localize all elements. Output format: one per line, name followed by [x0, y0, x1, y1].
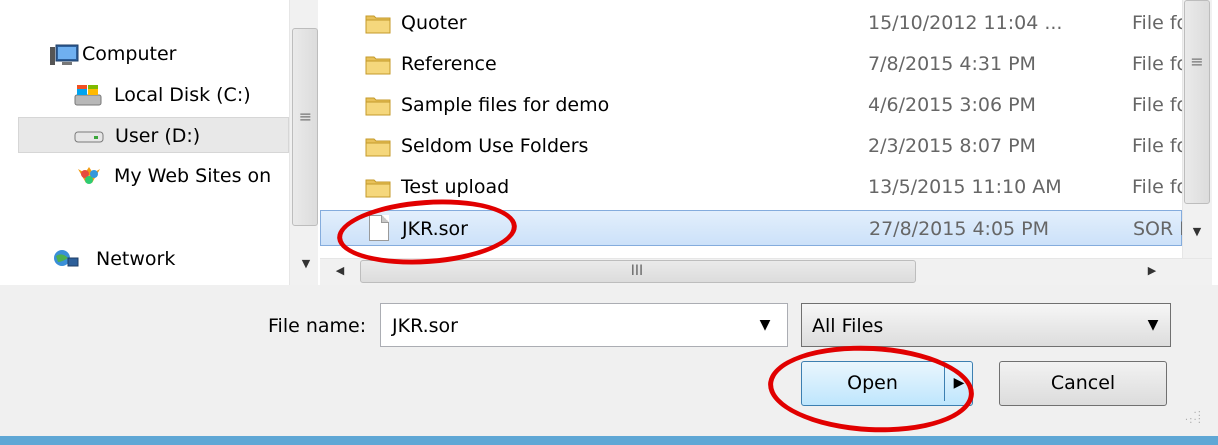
file-date: 7/8/2015 4:31 PM — [868, 53, 1036, 75]
scroll-grip-icon: III — [630, 263, 644, 279]
chevron-down-icon[interactable]: ▼ — [1142, 310, 1164, 340]
scroll-grip-icon: ≡ — [1190, 52, 1204, 71]
file-name: Reference — [401, 53, 497, 75]
file-date: 2/3/2015 8:07 PM — [868, 135, 1036, 157]
scroll-grip-icon: ≡ — [298, 107, 312, 126]
folder-icon — [365, 56, 391, 75]
file-name: Seldom Use Folders — [401, 135, 589, 157]
nav-item-label: Network — [96, 248, 176, 270]
file-row-reference[interactable]: Reference 7/8/2015 4:31 PM File fol — [320, 46, 1182, 82]
file-row-quoter[interactable]: Quoter 15/10/2012 11:04 ... File fol — [320, 5, 1182, 41]
file-row-sample-files[interactable]: Sample files for demo 4/6/2015 3:06 PM F… — [320, 87, 1182, 123]
document-icon — [369, 215, 389, 241]
nav-item-label: User (D:) — [115, 125, 201, 147]
file-name: Test upload — [401, 176, 510, 198]
file-type-filter-value: All Files — [812, 315, 884, 337]
folder-icon — [365, 138, 391, 157]
nav-item-label: Computer — [82, 43, 177, 65]
file-name-value[interactable]: JKR.sor — [392, 312, 458, 340]
file-list-vertical-thumb[interactable] — [1184, 0, 1210, 204]
file-name: Sample files for demo — [401, 94, 610, 116]
file-row-jkr-sor[interactable]: JKR.sor 27/8/2015 4:05 PM SOR Fi — [320, 210, 1183, 246]
open-button-divider — [944, 366, 945, 401]
file-name: JKR.sor — [402, 218, 468, 240]
file-row-seldom-use[interactable]: Seldom Use Folders 2/3/2015 8:07 PM File… — [320, 128, 1182, 164]
folder-icon — [365, 179, 391, 198]
file-date: 13/5/2015 11:10 AM — [868, 176, 1062, 198]
file-type: SOR Fi — [1133, 218, 1183, 240]
file-date: 15/10/2012 11:04 ... — [868, 12, 1063, 34]
folder-icon — [365, 15, 391, 34]
nav-item-label: My Web Sites on — [114, 165, 272, 187]
nav-item-network[interactable]: Network — [0, 241, 289, 277]
window-bottom-border — [0, 436, 1218, 445]
nav-item-computer[interactable]: Computer — [0, 36, 289, 72]
network-icon — [54, 250, 79, 267]
web-sites-icon — [78, 167, 100, 184]
file-date: 4/6/2015 3:06 PM — [868, 94, 1036, 116]
nav-item-user-drive[interactable]: User (D:) — [18, 117, 289, 153]
drive-icon — [74, 131, 104, 143]
file-type: File fol — [1132, 94, 1182, 116]
scroll-down-arrow-icon[interactable]: ▼ — [296, 254, 316, 274]
open-button-label[interactable]: Open — [801, 361, 944, 406]
chevron-down-icon[interactable]: ▼ — [752, 310, 778, 340]
folder-icon — [365, 97, 391, 116]
scroll-down-arrow-icon[interactable]: ▼ — [1187, 222, 1207, 242]
file-name-label: File name: — [268, 315, 367, 337]
file-type: File fol — [1132, 135, 1182, 157]
nav-item-local-disk[interactable]: Local Disk (C:) — [0, 77, 289, 113]
file-date: 27/8/2015 4:05 PM — [869, 218, 1050, 240]
nav-item-my-web-sites[interactable]: My Web Sites on — [0, 158, 289, 194]
file-list: Quoter 15/10/2012 11:04 ... File fol Ref… — [320, 0, 1183, 258]
file-name: Quoter — [401, 12, 467, 34]
resize-grip-icon[interactable]: ·: ·:·: — [1180, 409, 1202, 432]
file-type: File fol — [1132, 176, 1182, 198]
file-row-test-upload[interactable]: Test upload 13/5/2015 11:10 AM File fol — [320, 169, 1182, 205]
file-type: File fol — [1132, 53, 1182, 75]
local-disk-icon — [74, 85, 102, 106]
scroll-left-arrow-icon[interactable]: ◀ — [330, 260, 350, 282]
computer-icon — [50, 44, 79, 65]
nav-item-label: Local Disk (C:) — [114, 84, 251, 106]
file-type: File fol — [1132, 12, 1182, 34]
open-dropdown-arrow-icon[interactable]: ▶ — [946, 361, 972, 406]
cancel-button-label[interactable]: Cancel — [999, 361, 1167, 406]
navigation-pane: Computer Local Disk (C:) User (D:) My We… — [0, 0, 318, 285]
scroll-right-arrow-icon[interactable]: ▶ — [1142, 260, 1162, 282]
